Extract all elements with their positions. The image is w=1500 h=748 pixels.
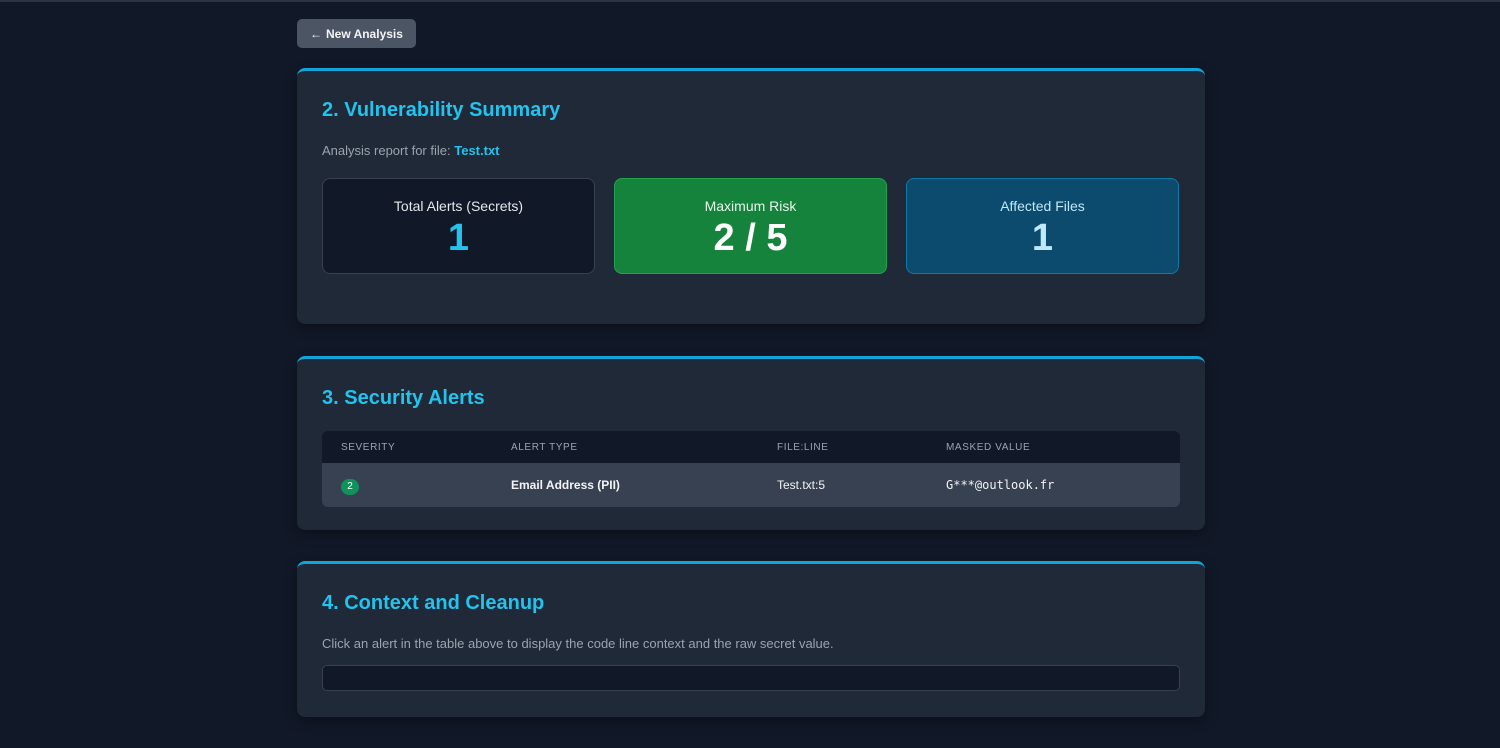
report-page: ← New Analysis 2. Vulnerability Summary … [297,19,1205,717]
context-title: 4. Context and Cleanup [322,592,545,614]
file-line-cell: Test.txt:5 [777,478,826,492]
stats-row: Total Alerts (Secrets) 1 Maximum Risk 2 … [322,178,1180,274]
alerts-header-row: SEVERITY ALERT TYPE FILE:LINE MASKED VAL… [322,431,1180,463]
new-analysis-label: New Analysis [326,26,403,41]
new-analysis-button[interactable]: ← New Analysis [297,19,416,48]
column-header-alert-type: ALERT TYPE [511,441,578,453]
affected-files-stat: Affected Files 1 [906,178,1179,274]
alert-row[interactable]: 2 Email Address (PII) Test.txt:5 G***@ou… [322,463,1180,507]
column-header-masked-value: MASKED VALUE [946,441,1031,453]
window-top-border [0,0,1500,2]
alerts-title: 3. Security Alerts [322,387,485,409]
affected-files-value: 1 [1031,217,1054,259]
context-hint: Click an alert in the table above to dis… [322,636,834,651]
alert-type-cell: Email Address (PII) [511,478,620,492]
report-prefix: Analysis report for file: [322,143,451,158]
maximum-risk-value: 2 / 5 [713,217,788,259]
maximum-risk-stat: Maximum Risk 2 / 5 [614,178,887,274]
column-header-file-line: FILE:LINE [777,441,829,453]
context-cleanup-card: 4. Context and Cleanup Click an alert in… [297,561,1205,717]
severity-cell: 2 [322,463,492,507]
total-alerts-label: Total Alerts (Secrets) [393,198,524,214]
security-alerts-card: 3. Security Alerts SEVERITY ALERT TYPE F… [297,356,1205,530]
total-alerts-stat: Total Alerts (Secrets) 1 [322,178,595,274]
total-alerts-value: 1 [447,217,470,259]
summary-title: 2. Vulnerability Summary [322,99,561,121]
affected-files-label: Affected Files [1000,198,1085,214]
column-header-severity: SEVERITY [341,441,396,453]
context-output-box [322,665,1180,691]
report-subtitle: Analysis report for file: Test.txt [322,143,500,158]
alerts-table: SEVERITY ALERT TYPE FILE:LINE MASKED VAL… [322,431,1180,507]
report-filename: Test.txt [454,143,500,158]
masked-value-cell: G***@outlook.fr [946,478,1055,492]
severity-badge: 2 [341,479,359,495]
back-arrow-icon: ← [310,26,322,41]
maximum-risk-label: Maximum Risk [704,198,797,214]
vulnerability-summary-card: 2. Vulnerability Summary Analysis report… [297,68,1205,324]
